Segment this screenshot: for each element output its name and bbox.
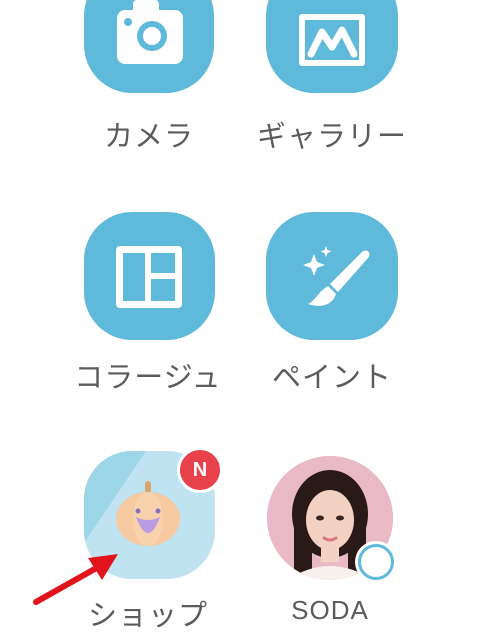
soda-label: SODA	[291, 595, 369, 625]
paint-app-button[interactable]	[266, 212, 398, 340]
new-badge-text: N	[192, 459, 208, 481]
camera-label: カメラ	[103, 119, 194, 153]
new-badge: N	[177, 447, 223, 493]
collage-label: コラージュ	[74, 360, 222, 394]
paintbrush-sparkle-icon	[303, 246, 370, 306]
mountain-icon	[299, 14, 365, 66]
gallery-label: ギャラリー	[256, 119, 407, 153]
camera-icon	[117, 0, 183, 64]
camera-app-button[interactable]	[84, 0, 214, 93]
red-arrow-annotation	[33, 554, 118, 605]
gallery-app-button[interactable]	[266, 0, 398, 93]
collage-app-button[interactable]	[84, 212, 215, 340]
layout-grid-icon	[116, 246, 182, 308]
paint-label: ペイント	[271, 360, 392, 394]
soda-status-ring-icon	[358, 544, 394, 580]
